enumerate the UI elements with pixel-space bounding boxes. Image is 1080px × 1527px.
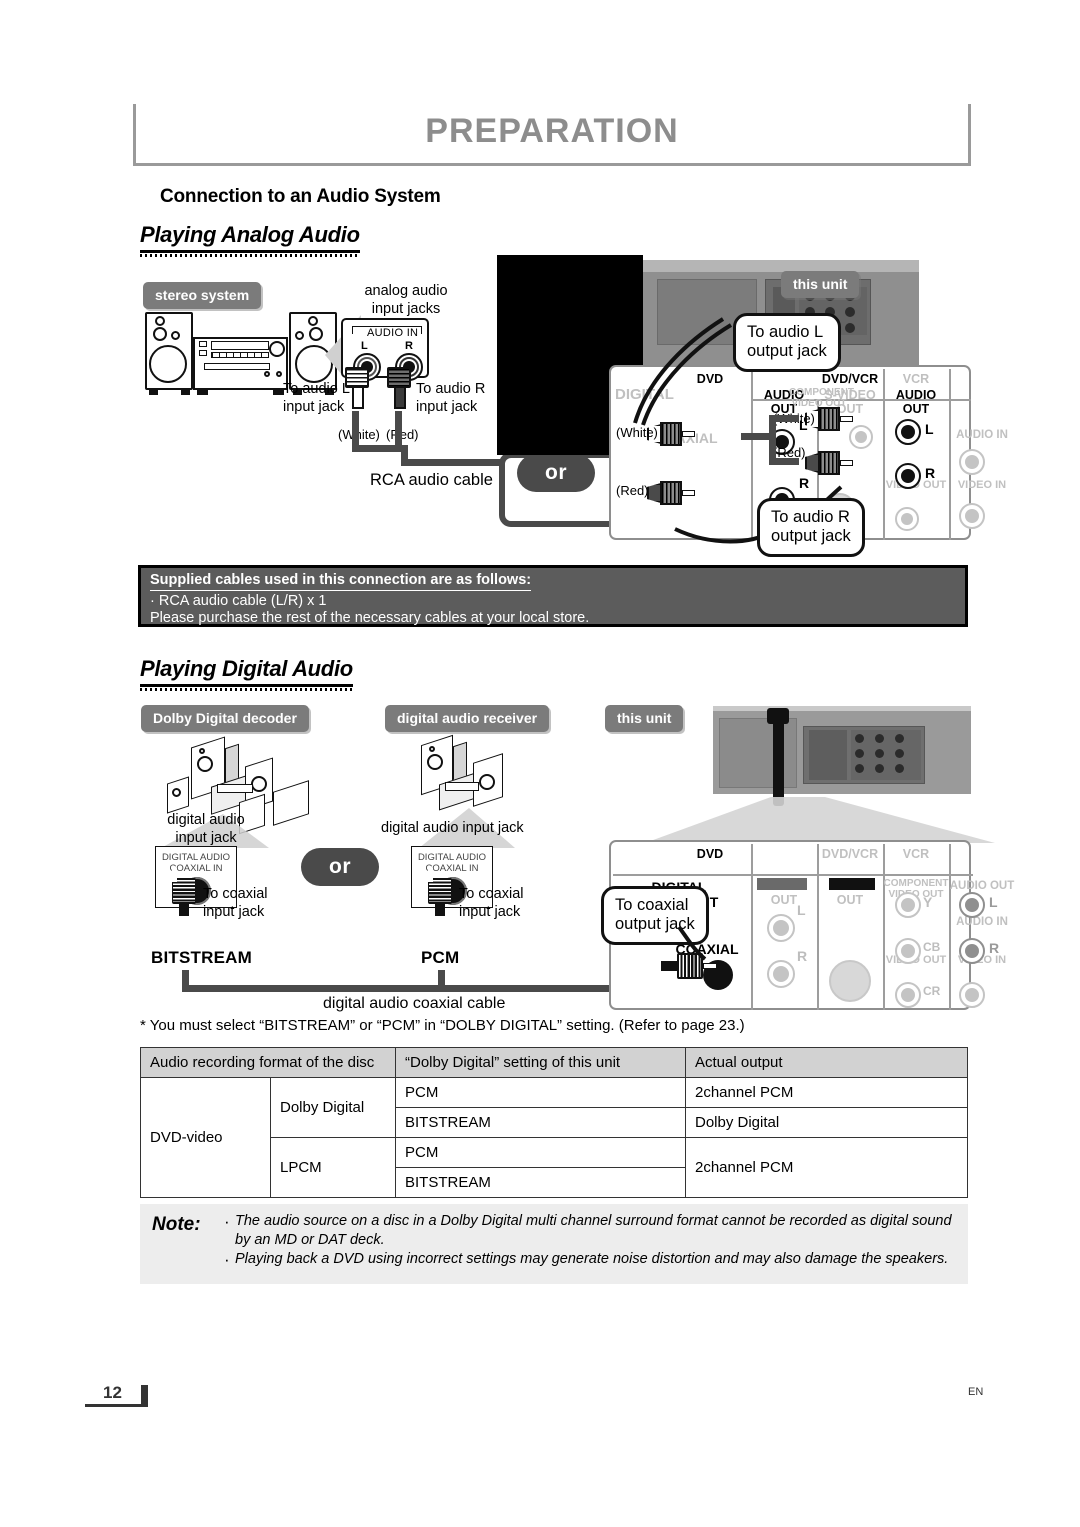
caption-digital-coax-cable: digital audio coaxial cable — [323, 995, 506, 1012]
cable-segment — [395, 411, 402, 447]
djack-label-l: L — [797, 902, 806, 918]
td-setting: PCM — [395, 1137, 686, 1168]
cable-segment — [401, 445, 408, 465]
td-group-name: LPCM — [270, 1137, 396, 1198]
td-setting: PCM — [395, 1077, 686, 1108]
panel-vcr-label: VCR — [902, 372, 930, 386]
panel-audio-out-right-label: AUDIO OUT — [895, 388, 937, 416]
audio-in-label: AUDIO IN — [367, 327, 419, 339]
caption-to-coaxial-input-left: To coaxial input jack — [203, 886, 268, 920]
label-digital-audio-receiver: digital audio receiver — [385, 705, 550, 732]
th-output: Actual output — [685, 1047, 968, 1078]
djack-label-cb: CB — [923, 940, 941, 954]
djack-cb — [895, 938, 921, 964]
caption-digital-input-jack-right: digital audio input jack — [381, 820, 524, 836]
audio-in-l-label: L — [361, 340, 369, 352]
td-output: Dolby Digital — [685, 1107, 968, 1138]
note-item: The audio source on a disc in a Dolby Di… — [224, 1211, 964, 1250]
coax-plug-left — [172, 878, 196, 916]
label-this-unit-analog: this unit — [781, 271, 860, 298]
djack-audio-out-r — [767, 960, 795, 988]
red-rca-plug-left — [387, 367, 411, 411]
djack-label-y: Y — [923, 894, 933, 910]
receiver-coaxial-in-text: DIGITAL AUDIO COAXIAL IN — [417, 852, 487, 875]
note-item: Playing back a DVD using incorrect setti… — [224, 1249, 964, 1271]
label-this-unit-digital: this unit — [605, 705, 684, 732]
plug-red-dvdvcr — [805, 451, 853, 475]
djack-label-r2: R — [989, 940, 1000, 956]
caption-to-audio-r-input: To audio R input jack — [416, 381, 486, 415]
dpanel-dvdvcr-label: DVD/VCR — [821, 847, 879, 861]
label-dolby-digital-decoder: Dolby Digital decoder — [141, 705, 309, 732]
color-red-left: (Red) — [386, 427, 419, 442]
panel-audio-in-label: AUDIO IN — [956, 429, 1008, 441]
td-output: 2channel PCM — [685, 1077, 968, 1108]
language-code: EN — [968, 1386, 984, 1398]
td-setting: BITSTREAM — [395, 1107, 686, 1138]
td-setting: BITSTREAM — [395, 1167, 686, 1198]
td-disc-format: DVD-video — [140, 1077, 271, 1198]
caption-to-coaxial-input-right: To coaxial input jack — [459, 886, 524, 920]
jack-dvdvcr-audio-out-r — [895, 463, 921, 489]
decoder-coaxial-in-text: DIGITAL AUDIO COAXIAL IN — [161, 852, 231, 875]
manual-page: PREPARATION Connection to an Audio Syste… — [0, 0, 1080, 1527]
dolby-setting-footnote: * You must select “BITSTREAM” or “PCM” i… — [140, 1017, 745, 1034]
supplied-item: · RCA audio cable (L/R) x 1 — [150, 593, 327, 609]
digital-audio-diagram: Dolby Digital decoder digital audio rece… — [133, 700, 1014, 1012]
jack-label-l2: L — [925, 421, 934, 437]
th-setting: “Dolby Digital” setting of this unit — [395, 1047, 686, 1078]
td-output: 2channel PCM — [685, 1137, 968, 1198]
section-title: Connection to an Audio System — [160, 186, 441, 207]
bubble-to-audio-r-output: To audio R output jack — [757, 498, 865, 557]
word-bitstream: BITSTREAM — [151, 948, 252, 967]
td-group-name: Dolby Digital — [270, 1077, 396, 1138]
caption-rca-audio-cable: RCA audio cable — [370, 471, 493, 489]
panel-video-in-label: VIDEO IN — [957, 479, 1007, 491]
th-disc-format: Audio recording format of the disc — [140, 1047, 396, 1078]
djack-label-r: R — [797, 948, 808, 964]
dpanel-audio-in-label: AUDIO IN — [956, 916, 1008, 928]
caption-analog-input-jacks: analog audio input jacks — [364, 283, 448, 317]
panel-dvdvcr-label: DVD/VCR — [821, 372, 879, 386]
supplied-cables-box: Supplied cables used in this connection … — [138, 565, 968, 627]
jack-label-r2: R — [925, 465, 936, 481]
output-format-table: Audio recording format of the disc “Dolb… — [140, 1047, 968, 1198]
label-stereo-system: stereo system — [143, 282, 262, 309]
word-pcm: PCM — [421, 948, 460, 967]
page-title: PREPARATION — [425, 112, 679, 150]
caption-to-audio-l-input: To audio L input jack — [283, 381, 350, 415]
note-label: Note: — [152, 1214, 201, 1235]
dpanel-vcr-label: VCR — [902, 847, 930, 861]
supplied-heading: Supplied cables used in this connection … — [150, 572, 532, 591]
jack-dvdvcr-audio-out-l — [895, 419, 921, 445]
subsection-analog-heading: Playing Analog Audio — [140, 222, 360, 257]
subsection-digital-heading: Playing Digital Audio — [140, 656, 353, 691]
color-red-panel: (Red) — [616, 483, 649, 498]
audio-in-r-label: R — [405, 340, 414, 352]
page-number: 12 — [103, 1383, 122, 1402]
dpanel-out-label: OUT — [836, 893, 864, 907]
cable-segment — [352, 411, 359, 447]
djack-label-cr: CR — [923, 984, 941, 998]
callout-leader-l — [633, 317, 733, 426]
callout-leader-coax — [677, 925, 707, 961]
table-header-row: Audio recording format of the disc “Dolb… — [140, 1047, 968, 1078]
table-row: DVD-video Dolby Digital PCM 2channel PCM — [140, 1077, 968, 1198]
djack-audio-out-l — [767, 914, 795, 942]
analog-audio-diagram: stereo system analog audio input jacks A… — [133, 255, 1008, 557]
panel-component-video-out-label: COMPONENT VIDEO OUT — [789, 387, 854, 409]
dpanel-audio-out-right-label: AUDIO OUT — [949, 880, 1015, 892]
coax-plug-right — [428, 878, 452, 916]
djack-y — [895, 892, 921, 918]
bubble-to-audio-l-output: To audio L output jack — [733, 313, 841, 372]
note-block: Note: The audio source on a disc in a Do… — [140, 1204, 968, 1284]
dpanel-dvd-label: DVD — [696, 847, 724, 861]
caption-digital-input-jack-left: digital audio input jack — [167, 812, 245, 846]
supplied-note: Please purchase the rest of the necessar… — [150, 610, 590, 626]
djack-cr — [895, 982, 921, 1008]
or-label-digital: or — [301, 848, 379, 886]
djack-label-l2: L — [989, 894, 998, 910]
or-label-analog: or — [517, 454, 595, 492]
